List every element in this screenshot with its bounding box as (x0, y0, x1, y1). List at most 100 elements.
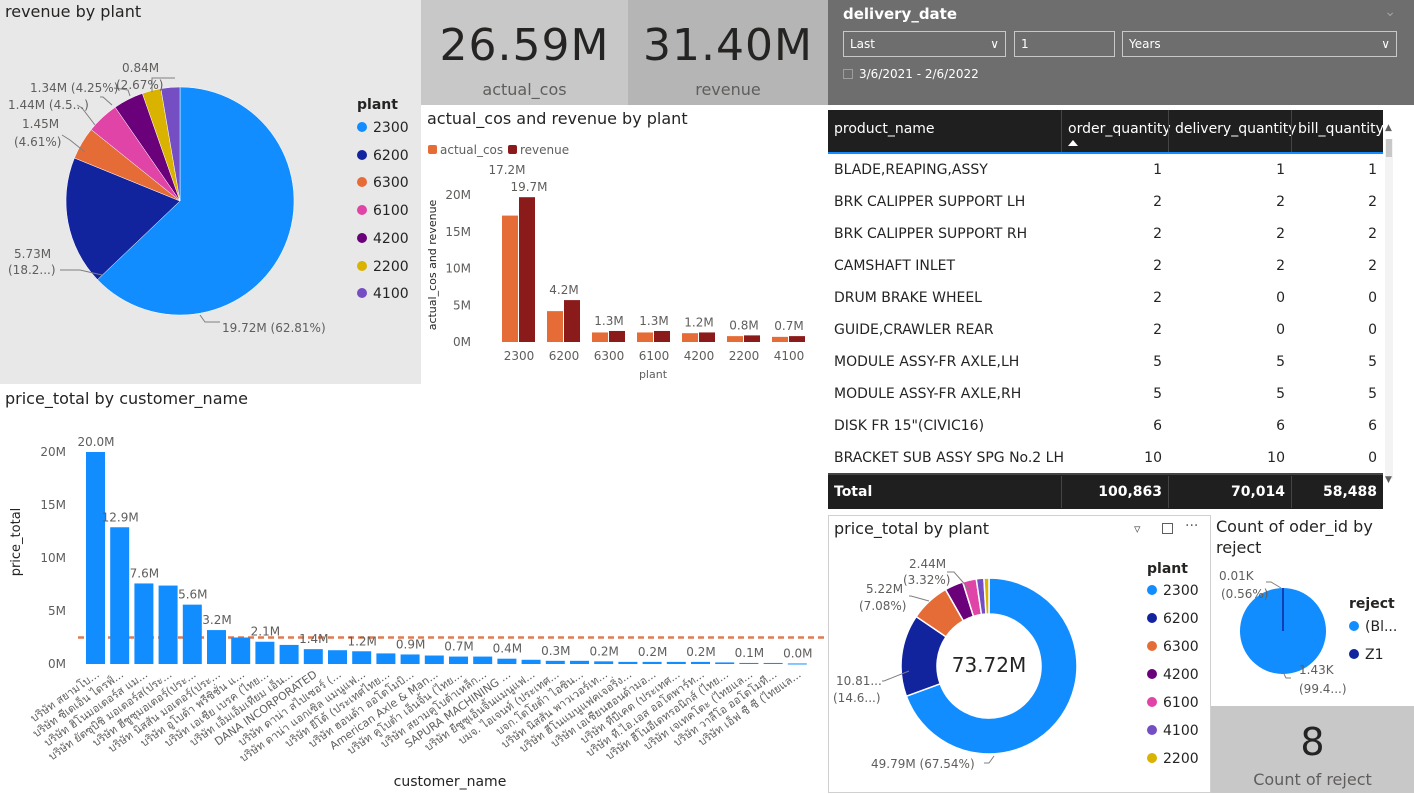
donut-legend-6100[interactable]: 6100 (1147, 695, 1199, 711)
legend-dot-icon (357, 232, 367, 243)
cos-revenue-xtick: 4200 (684, 349, 715, 363)
donut-label-6300-a: 5.22M (866, 582, 903, 596)
table-cell: 2 (1153, 258, 1162, 274)
donut-legend-2300[interactable]: 2300 (1147, 583, 1199, 599)
table-row[interactable]: MODULE ASSY-FR AXLE,RH 5 5 5 (828, 378, 1383, 410)
customer-bar[interactable] (207, 630, 226, 664)
customer-bar[interactable] (110, 527, 130, 664)
table-cell: MODULE ASSY-FR AXLE,LH (834, 354, 1020, 370)
customer-chart-ylabel: price_total (9, 508, 24, 577)
slicer-count-input[interactable]: 1 (1014, 31, 1115, 57)
bar-actual-cos-4200[interactable] (682, 333, 698, 342)
cos-revenue-ytick: 20M (445, 188, 471, 202)
bar-actual-cos-6300[interactable] (592, 332, 608, 342)
bar-actual-cos-2300[interactable] (502, 215, 518, 342)
reject-label-z1-b: (0.56%) (1221, 587, 1268, 601)
donut-legend-6200[interactable]: 6200 (1147, 611, 1199, 627)
customer-bar[interactable] (279, 644, 299, 664)
customer-bar[interactable] (255, 641, 275, 664)
bar-actual-cos-6200[interactable] (547, 311, 563, 342)
customer-bar[interactable] (86, 452, 105, 664)
col-product-name[interactable]: product_name (828, 110, 1061, 152)
customer-bar[interactable] (497, 658, 517, 664)
bar-revenue-6300[interactable] (609, 330, 625, 342)
customer-bar[interactable] (231, 637, 251, 665)
revenue-pie-legend-4100[interactable]: 4100 (357, 286, 409, 302)
bar-revenue-4200[interactable] (699, 332, 715, 342)
legend-dot-icon (1147, 725, 1157, 735)
table-row[interactable]: DISK FR 15"(CIVIC16) 6 6 6 (828, 410, 1383, 442)
table-row[interactable]: BRACKET SUB ASSY SPG No.2 LH 10 10 0 (828, 442, 1383, 474)
table-row[interactable]: BRK CALIPPER SUPPORT RH 2 2 2 (828, 218, 1383, 250)
customer-bar[interactable] (521, 659, 541, 664)
customer-bar[interactable] (691, 661, 710, 664)
bar-actual-cos-4100[interactable] (772, 336, 788, 342)
bar-revenue-2300[interactable] (519, 197, 535, 342)
table-scrollbar[interactable] (1385, 139, 1393, 479)
customer-bar[interactable] (642, 661, 662, 664)
donut-legend-title: plant (1147, 561, 1188, 577)
legend-dot-icon (1147, 641, 1157, 651)
donut-legend-4200[interactable]: 4200 (1147, 667, 1199, 683)
customer-bar[interactable] (618, 661, 638, 664)
bar-actual-cos-6100[interactable] (637, 332, 653, 342)
total-order-quantity: 100,863 (1061, 476, 1168, 508)
kpi-actual-cos-value: 26.59M (439, 20, 610, 71)
table-cell: 5 (1153, 386, 1162, 402)
table-cell: 2 (1276, 194, 1285, 210)
donut-legend-4100[interactable]: 4100 (1147, 723, 1199, 739)
revenue-pie-legend-2300[interactable]: 2300 (357, 120, 409, 136)
customer-bar[interactable] (545, 660, 565, 664)
col-delivery-quantity[interactable]: delivery_quantity (1168, 110, 1297, 152)
table-row[interactable]: CAMSHAFT INLET 2 2 2 (828, 250, 1383, 282)
bar-revenue-4100[interactable] (789, 336, 805, 342)
revenue-pie-legend-6300[interactable]: 6300 (357, 175, 409, 191)
customer-bar[interactable] (400, 654, 420, 664)
customer-bar[interactable] (787, 663, 807, 665)
revenue-pie-legend-6100[interactable]: 6100 (357, 203, 409, 219)
slicer-mode-dropdown[interactable]: Last ∨ (843, 31, 1006, 57)
customer-bar[interactable] (424, 655, 444, 664)
bar-label-actual-2300: 17.2M (488, 163, 525, 177)
revenue-pie-legend-title: plant (357, 97, 398, 113)
customer-bar[interactable] (303, 649, 323, 664)
col-bill-quantity[interactable]: bill_quantity (1291, 110, 1384, 152)
customer-bar[interactable] (739, 662, 759, 664)
customer-bar[interactable] (570, 660, 589, 664)
revenue-pie-legend-6200[interactable]: 6200 (357, 148, 409, 164)
bar-revenue-6200[interactable] (564, 300, 580, 342)
bar-actual-cos-2200[interactable] (727, 336, 743, 342)
customer-bar[interactable] (352, 651, 372, 664)
customer-bar[interactable] (182, 604, 202, 664)
revenue-pie-legend-4200[interactable]: 4200 (357, 231, 409, 247)
customer-bar[interactable] (158, 585, 178, 664)
donut-legend-2200[interactable]: 2200 (1147, 751, 1199, 767)
table-row[interactable]: BRK CALIPPER SUPPORT LH 2 2 2 (828, 186, 1383, 218)
scroll-down-icon[interactable]: ▼ (1385, 475, 1392, 485)
scrollbar-thumb[interactable] (1386, 139, 1392, 157)
customer-bar[interactable] (715, 662, 735, 664)
slicer-unit-dropdown[interactable]: Years ∨ (1122, 31, 1397, 57)
table-row[interactable]: GUIDE,CRAWLER REAR 2 0 0 (828, 314, 1383, 346)
customer-bar[interactable] (449, 656, 468, 664)
table-row[interactable]: MODULE ASSY-FR AXLE,LH 5 5 5 (828, 346, 1383, 378)
table-row[interactable]: DRUM BRAKE WHEEL 2 0 0 (828, 282, 1383, 314)
slicer-collapse-icon[interactable]: ⌄ (1384, 4, 1396, 20)
customer-bar[interactable] (328, 650, 347, 664)
customer-bar[interactable] (134, 583, 154, 664)
customer-bar[interactable] (763, 662, 783, 664)
bar-revenue-2200[interactable] (744, 335, 760, 342)
revenue-pie-chart: 19.72M (62.81%) 5.73M (18.2...) 1.45M (4… (8, 61, 326, 335)
customer-bar[interactable] (666, 661, 686, 664)
donut-legend-6300[interactable]: 6300 (1147, 639, 1199, 655)
bar-revenue-6100[interactable] (654, 330, 670, 342)
customer-bar[interactable] (473, 656, 493, 664)
donut-label-6200-a: 10.81... (836, 674, 882, 688)
revenue-pie-legend-2200[interactable]: 2200 (357, 259, 409, 275)
customer-bar[interactable] (594, 661, 614, 664)
customer-chart-panel: price_total by customer_name price_total… (0, 384, 828, 793)
scroll-up-icon[interactable]: ▲ (1385, 123, 1392, 133)
table-row[interactable]: BLADE,REAPING,ASSY 1 1 1 (828, 154, 1383, 186)
customer-bar[interactable] (376, 653, 396, 664)
reject-legend-bl-label: (Bl... (1365, 619, 1398, 635)
